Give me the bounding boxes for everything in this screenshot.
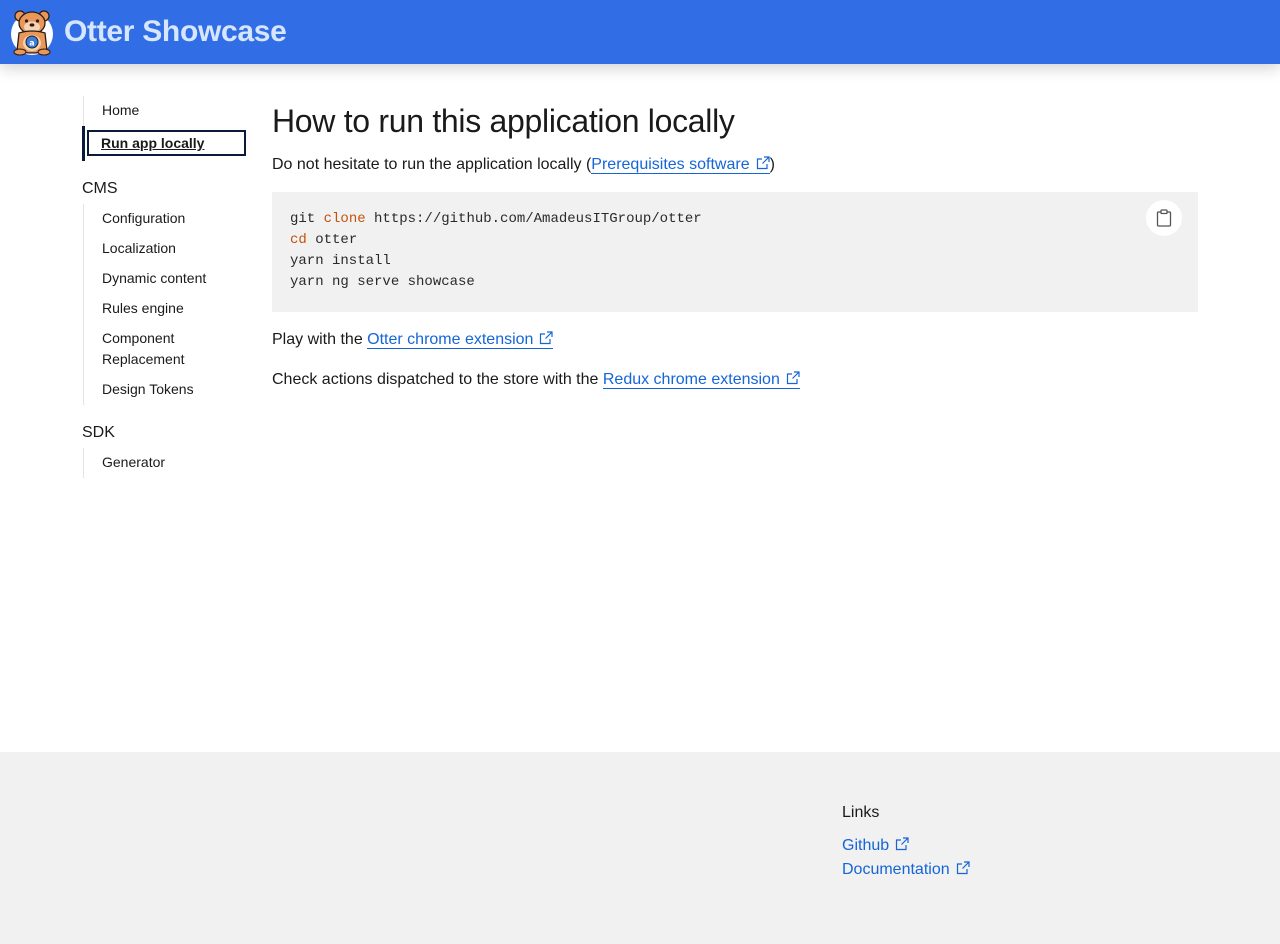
code-line: git clone https://github.com/AmadeusITGr… bbox=[290, 211, 702, 227]
intro-text: Do not hesitate to run the application l… bbox=[272, 156, 592, 173]
external-link-icon bbox=[756, 156, 770, 170]
check-text: Check actions dispatched to the store wi… bbox=[272, 371, 603, 388]
footer-link-github[interactable]: Github bbox=[842, 834, 970, 858]
sidebar-item-rules-engine[interactable]: Rules engine bbox=[84, 294, 252, 324]
sidebar-nav: Home Run app locally CMS Configuration L… bbox=[82, 96, 252, 478]
code-text: yarn ng serve showcase bbox=[290, 274, 475, 290]
sidebar-item-home[interactable]: Home bbox=[84, 96, 252, 126]
redux-extension-link-label: Redux chrome extension bbox=[602, 371, 780, 388]
code-line: yarn install bbox=[290, 253, 391, 269]
sidebar-section-cms: CMS bbox=[82, 180, 118, 197]
code-block: git clone https://github.com/AmadeusITGr… bbox=[272, 192, 1198, 312]
page-footer: Links Github Documentation bbox=[0, 752, 1280, 944]
sidebar-item-generator[interactable]: Generator bbox=[84, 448, 252, 478]
sidebar-item-run-app-locally[interactable]: Run app locally bbox=[82, 126, 252, 161]
sidebar-item-localization[interactable]: Localization bbox=[84, 234, 252, 264]
page-title: How to run this application locally bbox=[272, 103, 735, 139]
clipboard-icon bbox=[1156, 209, 1172, 227]
redux-extension-link[interactable]: Redux chrome extension bbox=[602, 371, 800, 389]
code-line: cd otter bbox=[290, 232, 357, 248]
sidebar-section-sdk: SDK bbox=[82, 424, 115, 441]
brand-title[interactable]: Otter Showcase bbox=[64, 12, 287, 52]
prerequisites-link[interactable]: Prerequisites software bbox=[591, 156, 770, 174]
svg-text:a: a bbox=[29, 39, 34, 48]
sidebar-item-design-tokens[interactable]: Design Tokens bbox=[84, 375, 252, 405]
code-text: https://github.com/AmadeusITGroup/otter bbox=[365, 211, 702, 227]
external-link-icon bbox=[895, 837, 909, 851]
code-text: yarn install bbox=[290, 253, 391, 269]
code-line: yarn ng serve showcase bbox=[290, 274, 475, 290]
main-content: How to run this application locally Do n… bbox=[272, 96, 1198, 389]
footer-links-title: Links bbox=[842, 804, 880, 821]
check-paragraph: Check actions dispatched to the store wi… bbox=[272, 369, 800, 391]
footer-link-documentation[interactable]: Documentation bbox=[842, 858, 970, 882]
play-text: Play with the bbox=[272, 331, 368, 348]
nav-group-main: Home Run app locally bbox=[82, 96, 252, 161]
code-keyword: cd bbox=[290, 232, 307, 248]
footer-links-column: Links Github Documentation bbox=[842, 802, 970, 882]
code-keyword: clone bbox=[323, 211, 366, 227]
footer-link-label: Github bbox=[842, 837, 890, 854]
footer-link-label: Documentation bbox=[842, 861, 950, 878]
code-text: otter bbox=[306, 232, 358, 248]
otter-logo-icon[interactable]: a bbox=[8, 7, 56, 57]
top-header: a Otter Showcase bbox=[0, 0, 1280, 64]
nav-group-cms: Configuration Localization Dynamic conte… bbox=[83, 204, 252, 405]
sidebar-item-dynamic-content[interactable]: Dynamic content bbox=[84, 264, 252, 294]
sidebar-item-component-replacement[interactable]: Component Replacement bbox=[84, 324, 234, 375]
intro-text-end: ) bbox=[769, 156, 775, 173]
copy-code-button[interactable] bbox=[1146, 200, 1182, 236]
prerequisites-link-label: Prerequisites software bbox=[591, 156, 750, 173]
sidebar-item-label: Run app locally bbox=[87, 130, 246, 156]
code-snippet: git clone https://github.com/AmadeusITGr… bbox=[290, 209, 702, 293]
play-paragraph: Play with the Otter chrome extension bbox=[272, 329, 554, 351]
otter-extension-link[interactable]: Otter chrome extension bbox=[367, 331, 554, 349]
nav-group-sdk: Generator bbox=[83, 448, 252, 478]
external-link-icon bbox=[956, 861, 970, 875]
otter-extension-link-label: Otter chrome extension bbox=[367, 331, 534, 348]
sidebar-item-configuration[interactable]: Configuration bbox=[84, 204, 252, 234]
external-link-icon bbox=[786, 371, 800, 385]
code-text: git bbox=[290, 211, 324, 227]
intro-paragraph: Do not hesitate to run the application l… bbox=[272, 154, 1198, 176]
external-link-icon bbox=[539, 331, 553, 345]
